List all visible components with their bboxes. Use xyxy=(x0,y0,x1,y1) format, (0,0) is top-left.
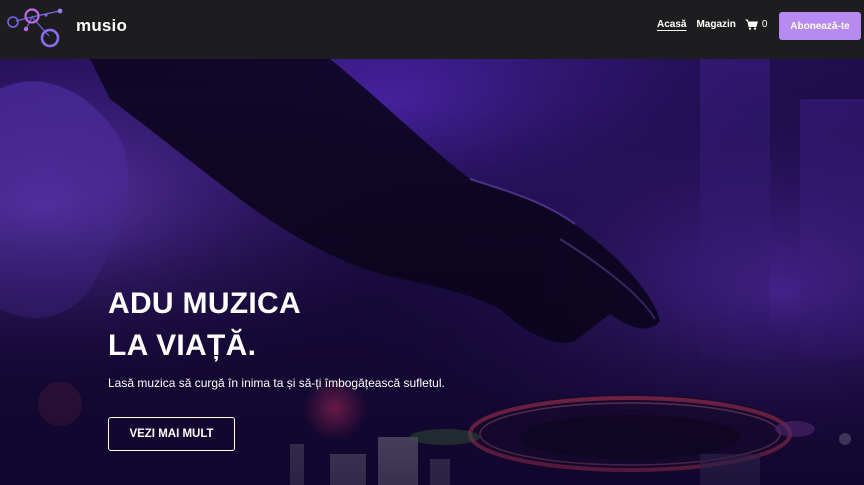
brand-name[interactable]: musio xyxy=(76,16,127,36)
cart-icon xyxy=(745,19,758,30)
page: musio Acasă Magazin 0 Abonează-te ADU MU… xyxy=(0,0,864,485)
hero-title: ADU MUZICA LA VIAȚĂ. xyxy=(108,283,301,367)
site-header: musio Acasă Magazin 0 Abonează-te xyxy=(0,0,864,59)
cart-link[interactable]: 0 xyxy=(745,19,768,30)
cart-count: 0 xyxy=(761,19,768,30)
hero-title-line-2: LA VIAȚĂ. xyxy=(108,329,257,362)
hero-title-line-1: ADU MUZICA xyxy=(108,287,301,320)
subscribe-button[interactable]: Abonează-te xyxy=(779,12,861,40)
hero-subtitle: Lasă muzica să curgă în inima ta și să-ț… xyxy=(108,376,445,390)
hero-section: ADU MUZICA LA VIAȚĂ. Lasă muzica să curg… xyxy=(0,59,864,485)
see-more-button[interactable]: VEZI MAI MULT xyxy=(108,417,235,451)
main-nav: Acasă Magazin 0 xyxy=(657,19,767,30)
nav-link-shop[interactable]: Magazin xyxy=(696,19,735,30)
logo-icon[interactable] xyxy=(4,3,66,49)
nav-link-home[interactable]: Acasă xyxy=(657,19,686,30)
